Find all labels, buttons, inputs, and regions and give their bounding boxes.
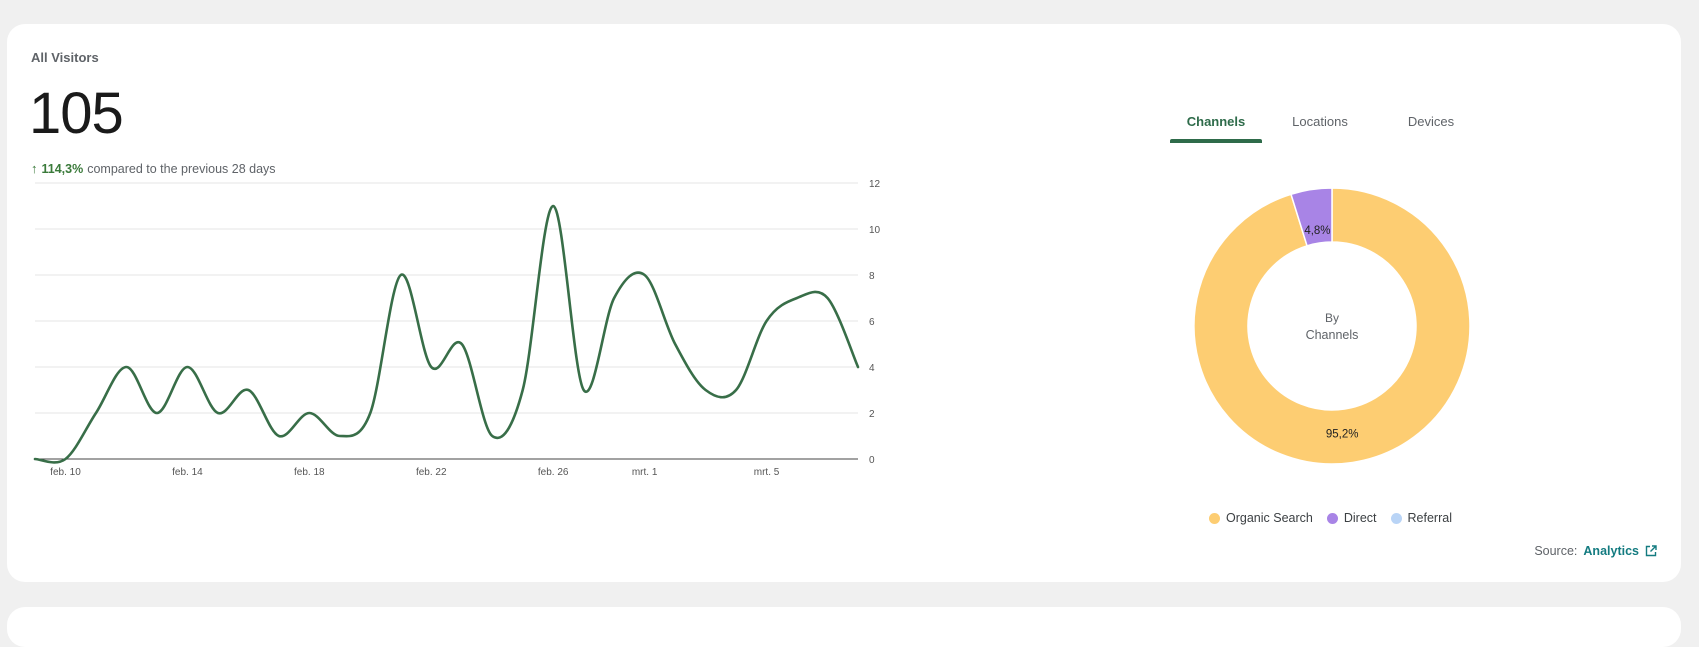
slice-label: 95,2%: [1326, 429, 1359, 441]
tab-channels[interactable]: Channels: [1170, 104, 1262, 143]
y-tick-label: 2: [869, 409, 875, 420]
x-tick-label: feb. 18: [294, 467, 325, 478]
data-point[interactable]: [184, 364, 190, 370]
y-tick-label: 0: [869, 455, 875, 466]
x-tick-label: mrt. 5: [754, 467, 780, 478]
data-point[interactable]: [367, 410, 373, 416]
donut-center-line1: By: [1325, 311, 1339, 325]
all-visitors-card: All Visitors 105 ↑ 114,3% compared to th…: [7, 24, 1681, 582]
breakdown-tabs: Channels Locations Devices: [1170, 104, 1484, 143]
data-point[interactable]: [337, 433, 343, 439]
x-tick-label: feb. 26: [538, 467, 569, 478]
tab-locations[interactable]: Locations: [1262, 104, 1378, 143]
donut-center-line2: Channels: [1306, 328, 1359, 342]
data-point[interactable]: [611, 295, 617, 301]
data-point[interactable]: [93, 410, 99, 416]
visitors-line-chart: 0 2 4 6 8 10 12 feb. 10 feb. 14 feb. 18 feb. 22 feb…: [32, 179, 881, 478]
legend-dot: [1390, 512, 1402, 524]
data-point[interactable]: [154, 410, 160, 416]
next-card: [7, 607, 1681, 647]
data-point[interactable]: [489, 433, 495, 439]
analytics-link[interactable]: Analytics: [1583, 544, 1639, 558]
data-point[interactable]: [398, 272, 404, 278]
source-attribution: Source: Analytics: [1534, 544, 1657, 558]
visitors-series-line: [33, 204, 860, 464]
x-tick-label: feb. 22: [416, 467, 447, 478]
data-point[interactable]: [672, 341, 678, 347]
data-point[interactable]: [428, 364, 434, 370]
data-point[interactable]: [581, 387, 587, 393]
data-point[interactable]: [306, 410, 312, 416]
data-point[interactable]: [703, 387, 709, 393]
data-point[interactable]: [764, 318, 770, 324]
data-point[interactable]: [794, 295, 800, 301]
legend-dot: [1209, 512, 1220, 524]
legend-dot: [1326, 512, 1338, 524]
y-tick-label: 10: [869, 225, 881, 236]
external-link-icon[interactable]: [1645, 545, 1657, 557]
x-tick-label: feb. 10: [50, 467, 81, 478]
data-point[interactable]: [276, 433, 282, 439]
legend-item-referral[interactable]: Referral: [1390, 511, 1452, 525]
donut-legend: Organic Search Direct Referral: [1209, 511, 1452, 525]
data-point[interactable]: [825, 295, 831, 301]
data-point[interactable]: [520, 387, 526, 393]
legend-label: Organic Search: [1226, 511, 1313, 525]
data-point[interactable]: [245, 387, 251, 393]
data-point[interactable]: [855, 364, 861, 370]
y-tick-label: 4: [869, 363, 875, 374]
legend-item-organic-search[interactable]: Organic Search: [1209, 511, 1313, 525]
y-tick-label: 8: [869, 271, 875, 282]
slice-label: 4,8%: [1304, 225, 1330, 237]
data-point[interactable]: [550, 203, 556, 209]
source-label: Source:: [1534, 544, 1578, 558]
x-tick-label: mrt. 1: [632, 467, 658, 478]
data-point[interactable]: [642, 272, 648, 278]
y-tick-label: 12: [869, 179, 881, 190]
legend-label: Direct: [1343, 511, 1377, 525]
channels-donut-chart: 95,2% 4,8% By Channels: [1193, 187, 1471, 465]
data-point[interactable]: [459, 341, 465, 347]
data-point[interactable]: [733, 387, 739, 393]
legend-item-direct[interactable]: Direct: [1326, 511, 1377, 525]
y-tick-label: 6: [869, 317, 875, 328]
legend-label: Referral: [1407, 511, 1452, 525]
data-point[interactable]: [215, 410, 221, 416]
data-point[interactable]: [123, 364, 129, 370]
data-point[interactable]: [62, 456, 68, 462]
data-point[interactable]: [32, 456, 38, 462]
tab-devices[interactable]: Devices: [1378, 104, 1484, 143]
x-tick-label: feb. 14: [172, 467, 203, 478]
